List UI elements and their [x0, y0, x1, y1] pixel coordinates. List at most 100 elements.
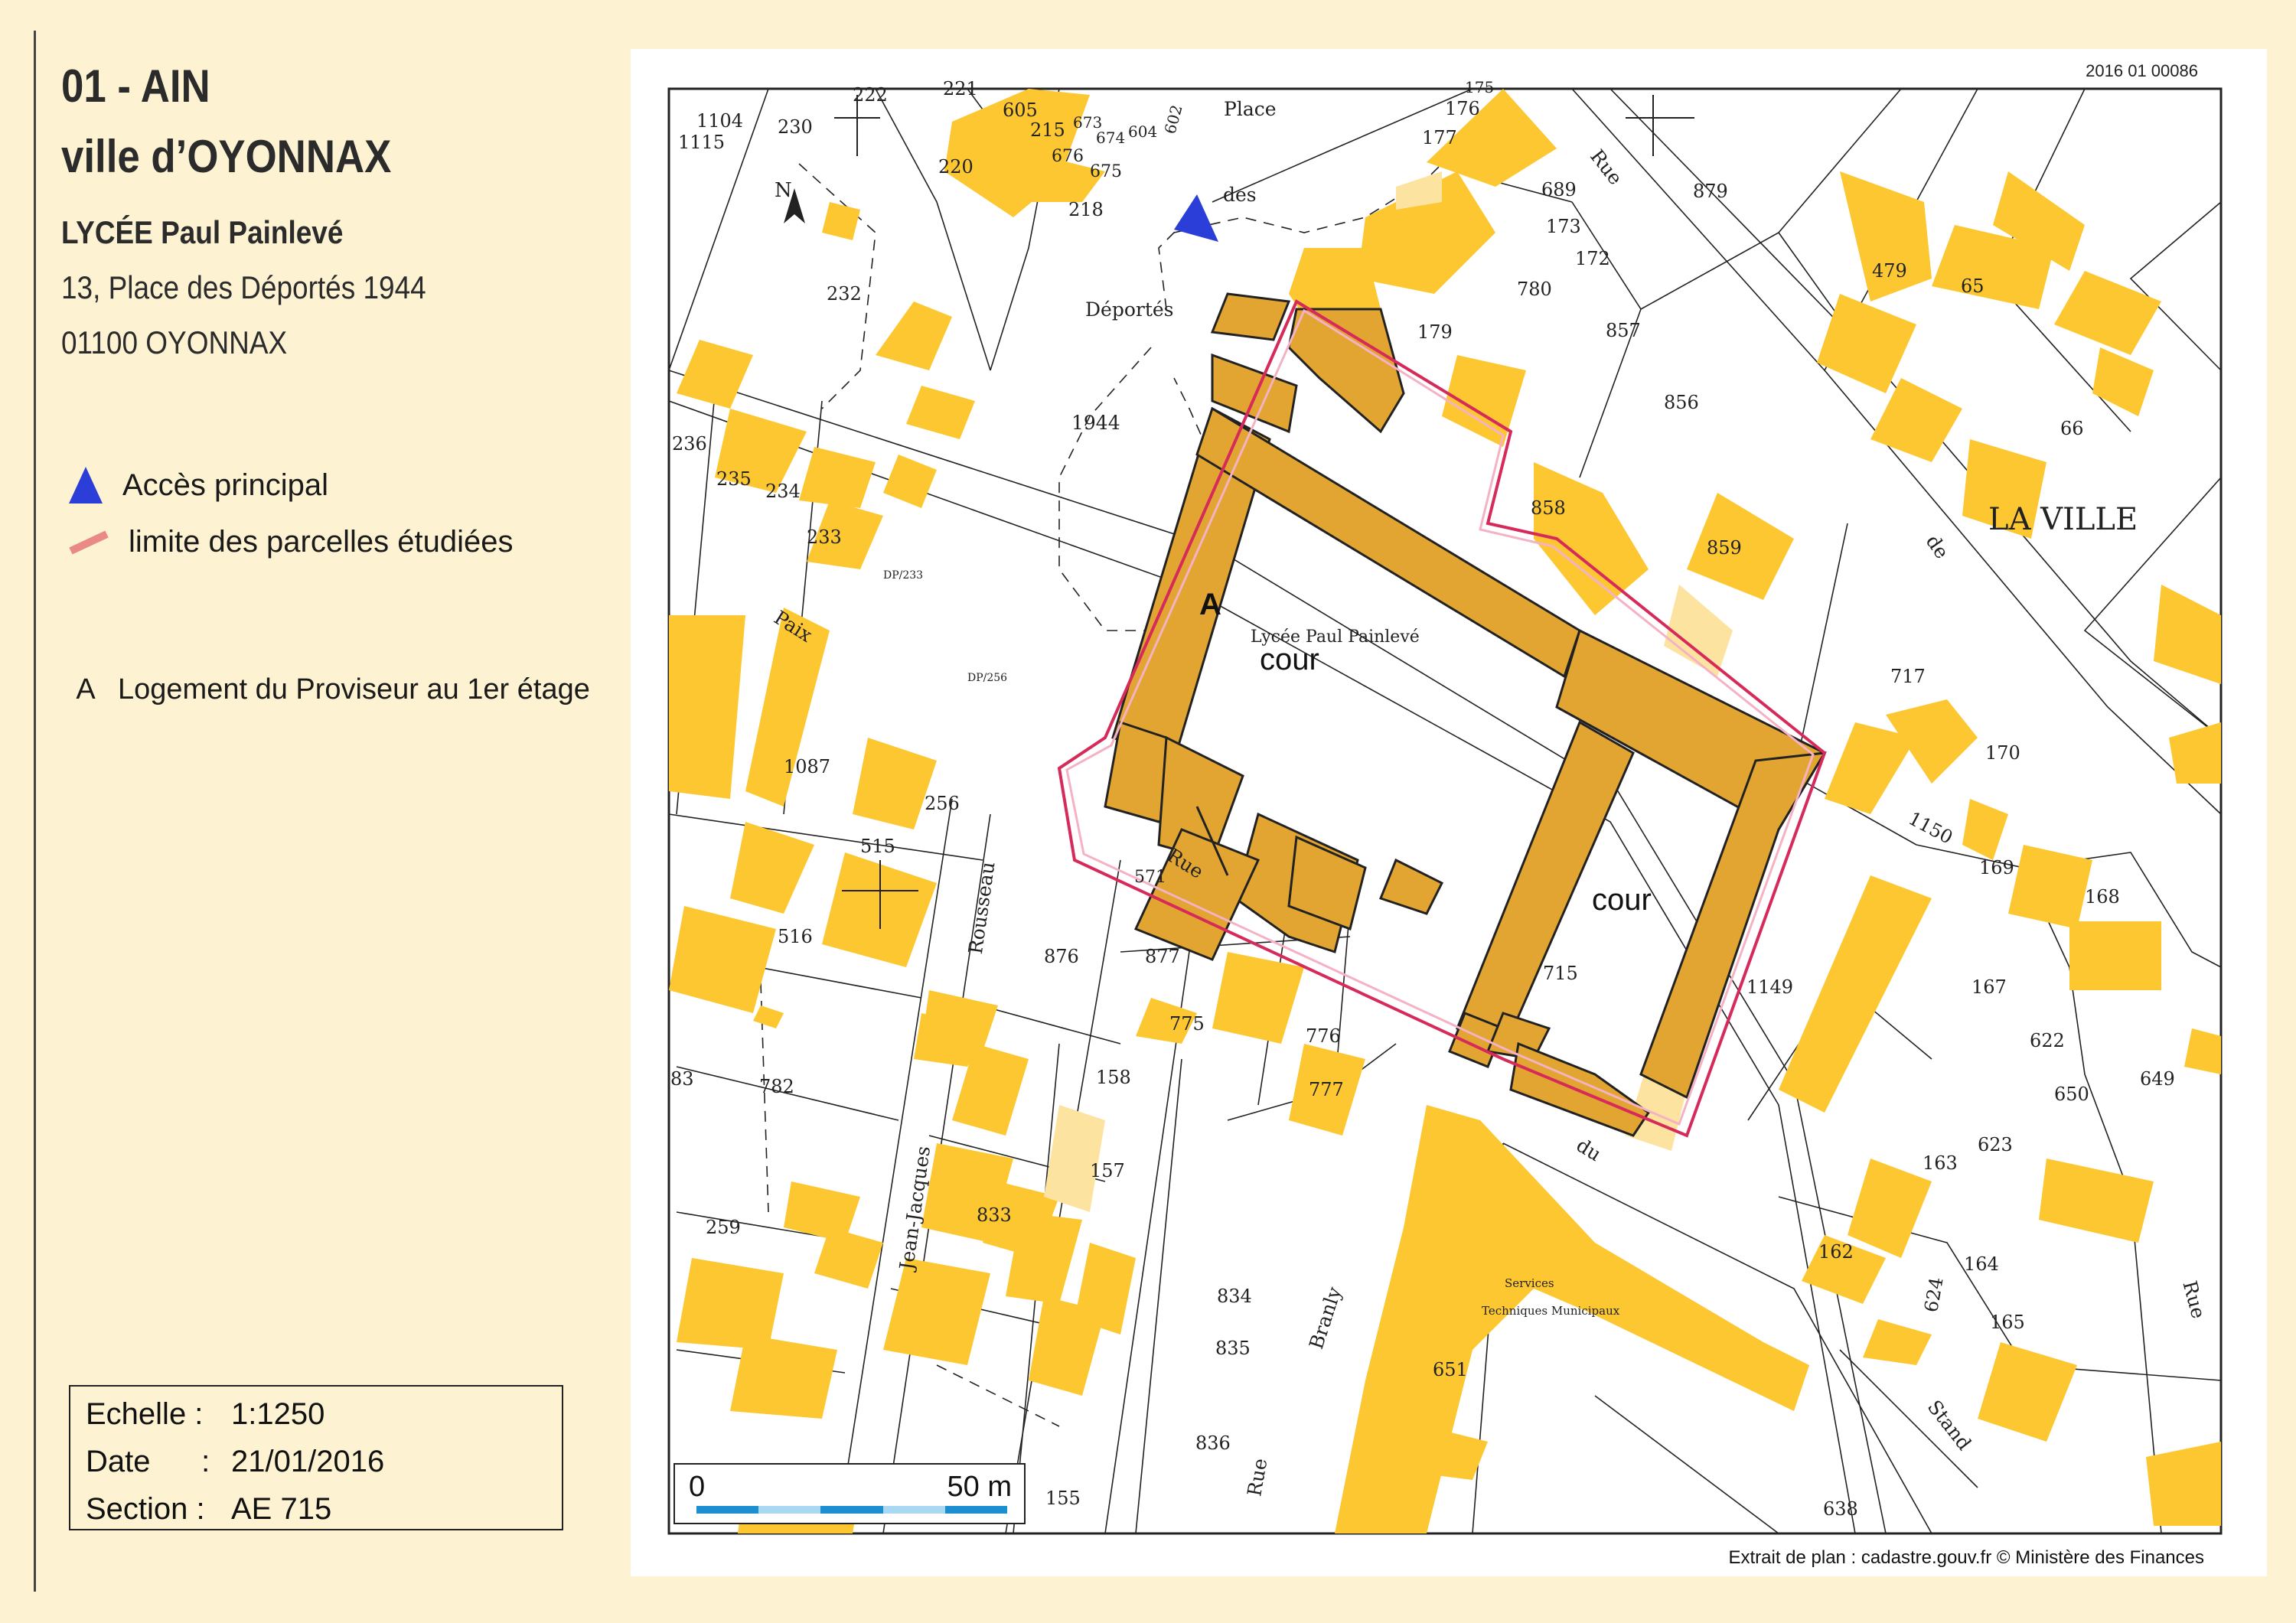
legend-a-label: Logement du Proviseur au 1er étage — [118, 673, 590, 706]
parcel-label[interactable]: 173 — [1546, 216, 1581, 237]
parcel-label[interactable]: 222 — [853, 84, 888, 106]
parcel-label[interactable]: 65 — [1961, 275, 1985, 297]
parcel-label[interactable]: 780 — [1517, 279, 1552, 300]
parcel-label[interactable]: 235 — [716, 468, 752, 490]
date-value: 21/01/2016 — [231, 1445, 385, 1478]
legend-access-label: Accès principal — [122, 468, 329, 502]
parcel-label[interactable]: 859 — [1707, 537, 1742, 559]
parcel-label[interactable]: 170 — [1985, 742, 2020, 764]
parcel-label[interactable]: 179 — [1417, 321, 1453, 343]
street-place: Place — [1224, 98, 1277, 120]
parcel-label[interactable]: 168 — [2085, 886, 2120, 908]
parcel-label[interactable]: 230 — [778, 116, 813, 138]
parcel-label[interactable]: 834 — [1217, 1286, 1252, 1307]
parcel-label[interactable]: 259 — [706, 1217, 741, 1238]
north-label: N — [775, 179, 792, 202]
city-title: ville d’OYONNAX — [61, 131, 392, 182]
parcel-label[interactable]: 232 — [827, 283, 862, 305]
parcel-label[interactable]: DP/256 — [967, 672, 1007, 684]
parcel-label[interactable]: 879 — [1693, 181, 1728, 202]
parcel-label[interactable]: 175 — [1465, 78, 1494, 96]
parcel-label[interactable]: 1104 — [696, 110, 743, 132]
parcel-label[interactable]: 163 — [1923, 1152, 1958, 1174]
parcel-label[interactable]: 856 — [1664, 392, 1699, 413]
parcel-label[interactable]: 256 — [925, 793, 960, 814]
parcel-label[interactable]: 857 — [1606, 320, 1641, 341]
courtyard-2-label: cour — [1592, 883, 1652, 917]
legend-limit: limite des parcelles étudiées — [69, 525, 513, 559]
legend-a-letter: A — [76, 673, 96, 706]
parcel-label[interactable]: 1149 — [1746, 976, 1793, 998]
parcel-label[interactable]: 782 — [759, 1076, 794, 1097]
parcel-label[interactable]: 858 — [1531, 497, 1566, 519]
parcel-label[interactable]: 155 — [1045, 1488, 1081, 1509]
cadastral-sheet: 01 - AIN ville d’OYONNAX LYCÉE Paul Pain… — [0, 0, 2296, 1623]
parcel-label[interactable]: 605 — [1003, 99, 1038, 121]
scale-value: 1:1250 — [231, 1397, 325, 1431]
plan-reference: 2016 01 00086 — [2086, 61, 2198, 80]
legend-access: Accès principal — [69, 467, 328, 504]
scale-info-box: Echelle : 1:1250 Date : 21/01/2016 Section… — [69, 1385, 563, 1530]
parcel-label[interactable]: 234 — [765, 481, 801, 502]
parcel-label[interactable]: 676 — [1052, 147, 1084, 166]
section-row: Section : AE 715 — [86, 1492, 331, 1527]
parcel-label[interactable]: 877 — [1145, 946, 1180, 967]
parcel-label[interactable]: 836 — [1195, 1432, 1231, 1454]
parcel-label[interactable]: 835 — [1215, 1338, 1251, 1359]
parcel-label[interactable]: 775 — [1169, 1013, 1205, 1035]
parcel-label[interactable]: 715 — [1543, 963, 1578, 984]
parcel-label[interactable]: 157 — [1090, 1160, 1125, 1181]
parcel-label[interactable]: 833 — [977, 1204, 1012, 1226]
parcel-label[interactable]: 1087 — [784, 756, 830, 777]
parcel-label[interactable]: 66 — [2060, 418, 2084, 439]
parcel-label[interactable]: 571 — [1134, 868, 1166, 887]
parcel-label[interactable]: 674 — [1096, 129, 1125, 147]
parcel-label[interactable]: 638 — [1823, 1498, 1858, 1520]
parcel-label[interactable]: 172 — [1575, 248, 1610, 269]
parcel-label[interactable]: 233 — [807, 526, 842, 548]
parcel-label[interactable]: 164 — [1964, 1253, 1999, 1275]
parcel-label[interactable]: 83 — [670, 1068, 694, 1090]
parcel-label[interactable]: 215 — [1030, 119, 1065, 141]
parcel-label[interactable]: 675 — [1090, 162, 1122, 181]
map-credit: Extrait de plan : cadastre.gouv.fr © Min… — [1728, 1547, 2204, 1568]
parcel-label[interactable]: 515 — [860, 836, 895, 857]
limit-line-icon — [69, 530, 109, 555]
cadastral-map[interactable]: 2016 01 00086 N Place des Déportés 1944 … — [631, 49, 2267, 1576]
parcel-label[interactable]: DP/233 — [883, 569, 923, 582]
date-row: Date : 21/01/2016 — [86, 1445, 384, 1479]
legend-building-a: A Logement du Proviseur au 1er étage — [69, 673, 590, 706]
parcel-label[interactable]: 236 — [672, 433, 707, 455]
parcel-label[interactable]: 479 — [1872, 260, 1907, 282]
parcel-label[interactable]: 176 — [1445, 98, 1480, 119]
parcel-label[interactable]: 623 — [1978, 1134, 2013, 1155]
parcel-label[interactable]: 604 — [1128, 122, 1157, 141]
parcel-label[interactable]: 689 — [1541, 179, 1577, 200]
parcel-label[interactable]: 622 — [2030, 1030, 2065, 1051]
address-line-2: 01100 OYONNAX — [61, 324, 288, 360]
parcel-label[interactable]: 876 — [1044, 946, 1079, 967]
parcel-label[interactable]: 776 — [1306, 1025, 1341, 1047]
parcel-label[interactable]: 777 — [1309, 1079, 1344, 1100]
section-value: AE 715 — [231, 1492, 332, 1526]
parcel-label[interactable]: 717 — [1890, 666, 1926, 687]
parcel-label[interactable]: 221 — [943, 78, 978, 99]
date-key: Date : — [86, 1445, 210, 1478]
parcel-label[interactable]: 516 — [778, 926, 813, 947]
parcel-label[interactable]: 167 — [1971, 976, 2007, 998]
parcel-label[interactable]: 165 — [1990, 1312, 2025, 1333]
street-la-ville: LA VILLE — [1988, 502, 2138, 537]
parcel-label[interactable]: 162 — [1818, 1241, 1854, 1263]
parcel-label[interactable]: 220 — [938, 156, 974, 178]
legend-limit-label: limite des parcelles étudiées — [129, 525, 514, 559]
parcel-label[interactable]: 158 — [1096, 1067, 1131, 1088]
parcel-label[interactable]: 651 — [1433, 1359, 1468, 1380]
map-drawing — [667, 87, 2223, 1535]
parcel-label[interactable]: 169 — [1979, 857, 2014, 878]
parcel-label[interactable]: 650 — [2054, 1084, 2089, 1105]
street-des: des — [1223, 184, 1257, 206]
parcel-label[interactable]: 218 — [1068, 199, 1104, 220]
parcel-label[interactable]: 1115 — [678, 132, 725, 153]
parcel-label[interactable]: 177 — [1422, 127, 1457, 148]
parcel-label[interactable]: 649 — [2140, 1068, 2175, 1090]
